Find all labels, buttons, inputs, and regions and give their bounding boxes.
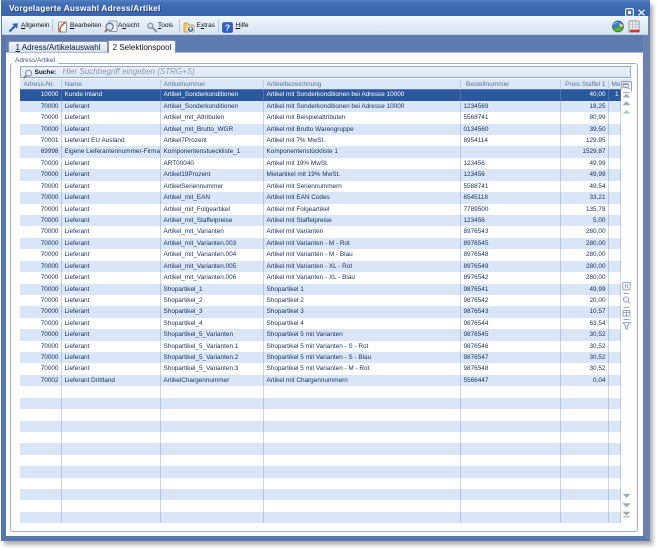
svg-text:?: ? bbox=[225, 23, 230, 33]
